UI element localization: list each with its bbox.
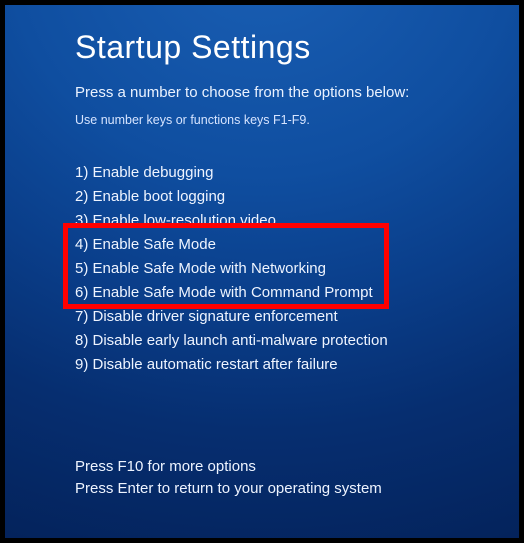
option-1[interactable]: 1) Enable debugging <box>75 161 519 185</box>
footer-more-options: Press F10 for more options <box>75 456 382 478</box>
option-2[interactable]: 2) Enable boot logging <box>75 185 519 209</box>
window-frame: Startup Settings Press a number to choos… <box>0 0 524 543</box>
hint-text: Use number keys or functions keys F1-F9. <box>75 113 519 127</box>
option-8[interactable]: 8) Disable early launch anti-malware pro… <box>75 329 519 353</box>
footer-text: Press F10 for more options Press Enter t… <box>75 456 382 500</box>
option-5[interactable]: 5) Enable Safe Mode with Networking <box>75 257 519 281</box>
option-4[interactable]: 4) Enable Safe Mode <box>75 233 519 257</box>
subtitle-text: Press a number to choose from the option… <box>75 84 519 101</box>
option-7[interactable]: 7) Disable driver signature enforcement <box>75 305 519 329</box>
option-9[interactable]: 9) Disable automatic restart after failu… <box>75 353 519 377</box>
options-list: 1) Enable debugging 2) Enable boot loggi… <box>75 161 519 377</box>
startup-settings-screen: Startup Settings Press a number to choos… <box>5 5 519 538</box>
footer-enter: Press Enter to return to your operating … <box>75 478 382 500</box>
option-6[interactable]: 6) Enable Safe Mode with Command Prompt <box>75 281 519 305</box>
page-title: Startup Settings <box>75 29 519 66</box>
option-3[interactable]: 3) Enable low-resolution video <box>75 209 519 233</box>
